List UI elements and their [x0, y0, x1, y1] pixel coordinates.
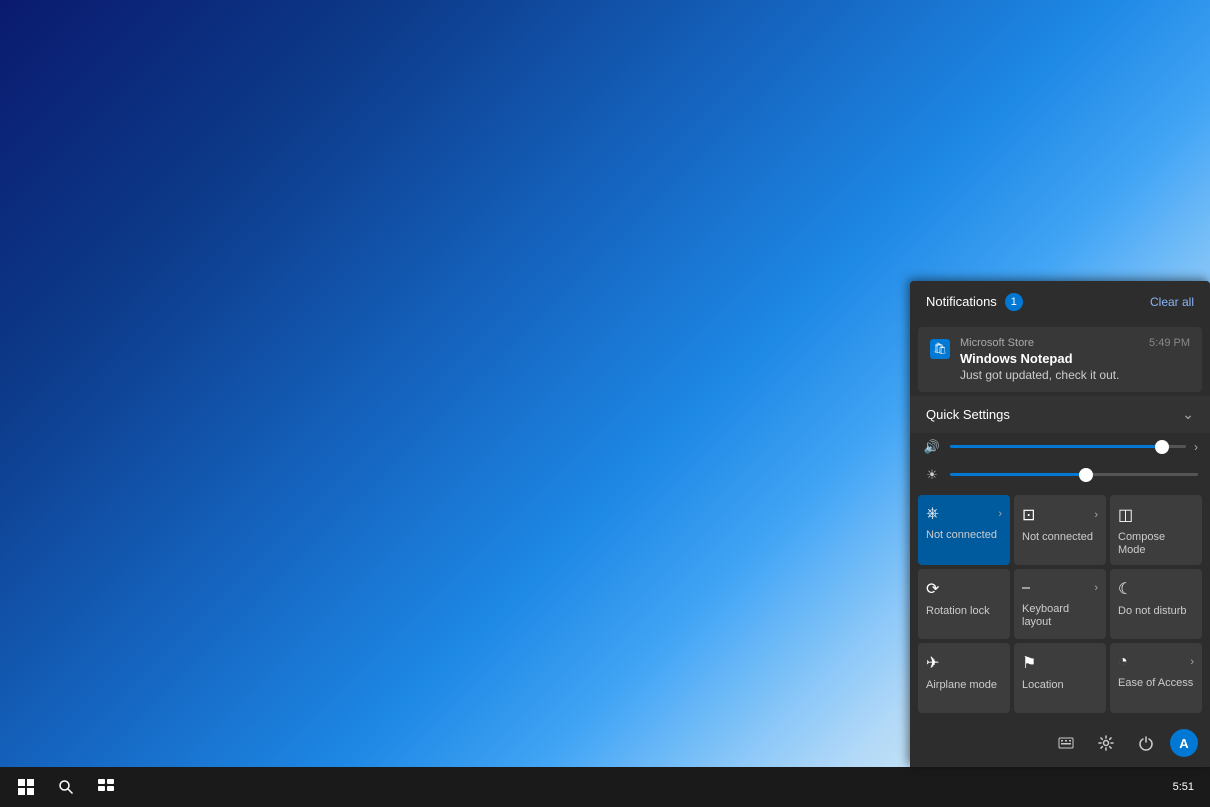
brightness-slider-row: ☀ [910, 461, 1210, 489]
search-button[interactable] [48, 769, 84, 805]
do-not-disturb-label: Do not disturb [1118, 605, 1186, 618]
keyboard-icon[interactable] [1050, 727, 1082, 759]
location-tile-icon-row: ⚑ [1022, 653, 1098, 673]
ease-tile-icon-row: ◔ › [1118, 653, 1194, 671]
vpn-arrow[interactable]: › [1094, 509, 1098, 521]
notif-body: Just got updated, check it out. [960, 368, 1190, 382]
taskbar: 5:51 [0, 767, 1210, 807]
compose-icon: ◫ [1118, 505, 1133, 525]
volume-fill [950, 445, 1162, 448]
start-button[interactable] [8, 769, 44, 805]
clear-all-button[interactable]: Clear all [1150, 295, 1194, 309]
volume-icon: 🔊 [922, 439, 942, 455]
compose-tile-icon-row: ◫ [1118, 505, 1194, 525]
ease-icon: ◔ [1118, 653, 1128, 671]
bluetooth-arrow[interactable]: › [998, 508, 1002, 520]
keyboard-tile-icon-row: ⎯ › [1022, 579, 1098, 597]
airplane-mode-label: Airplane mode [926, 679, 997, 692]
quick-action-tiles: ⎈ › Not connected ⊡ › Not connected ◫ Co… [910, 489, 1210, 719]
airplane-icon: ✈ [926, 653, 939, 673]
moon-icon: ☾ [1118, 579, 1132, 599]
notif-title-group: Notifications 1 [926, 293, 1023, 311]
notifications-header: Notifications 1 Clear all [910, 281, 1210, 323]
notif-app-row: Microsoft Store 5:49 PM [960, 337, 1190, 349]
taskbar-left [0, 769, 124, 805]
volume-thumb[interactable] [1155, 440, 1169, 454]
app-name: Microsoft Store [960, 337, 1034, 349]
do-not-disturb-tile[interactable]: ☾ Do not disturb [1110, 569, 1202, 639]
volume-arrow[interactable]: › [1194, 440, 1198, 454]
ac-bottom-toolbar: A [910, 719, 1210, 767]
location-label: Location [1022, 679, 1064, 692]
keyboard-arrow[interactable]: › [1094, 582, 1098, 594]
brightness-thumb[interactable] [1079, 468, 1093, 482]
keyboard-layout-label: Keyboard layout [1022, 603, 1098, 629]
location-icon: ⚑ [1022, 653, 1036, 673]
notification-card[interactable]: 🛍 Microsoft Store 5:49 PM Windows Notepa… [918, 327, 1202, 392]
rotation-lock-label: Rotation lock [926, 605, 990, 618]
quick-settings-header: Quick Settings ⌄ [910, 396, 1210, 433]
user-avatar[interactable]: A [1170, 729, 1198, 757]
notif-time: 5:49 PM [1149, 337, 1190, 349]
bluetooth-tile[interactable]: ⎈ › Not connected [918, 495, 1010, 565]
rotation-icon: ⟳ [926, 579, 939, 599]
volume-slider-row: 🔊 › [910, 433, 1210, 461]
notifications-label: Notifications [926, 294, 997, 309]
keyboard-layout-icon: ⎯ [1022, 579, 1030, 597]
ease-of-access-label: Ease of Access [1118, 677, 1193, 690]
ease-of-access-tile[interactable]: ◔ › Ease of Access [1110, 643, 1202, 713]
notification-content: Microsoft Store 5:49 PM Windows Notepad … [960, 337, 1190, 382]
quick-settings-title: Quick Settings [926, 407, 1010, 422]
vpn-icon: ⊡ [1022, 505, 1035, 525]
brightness-track[interactable] [950, 473, 1198, 476]
volume-track[interactable] [950, 445, 1186, 448]
vpn-tile[interactable]: ⊡ › Not connected [1014, 495, 1106, 565]
bluetooth-tile-icon-row: ⎈ › [926, 505, 1002, 523]
airplane-mode-tile[interactable]: ✈ Airplane mode [918, 643, 1010, 713]
notifications-count: 1 [1005, 293, 1023, 311]
settings-icon[interactable] [1090, 727, 1122, 759]
power-icon[interactable] [1130, 727, 1162, 759]
vpn-tile-icon-row: ⊡ › [1022, 505, 1098, 525]
keyboard-layout-tile[interactable]: ⎯ › Keyboard layout [1014, 569, 1106, 639]
location-tile[interactable]: ⚑ Location [1014, 643, 1106, 713]
ease-arrow[interactable]: › [1190, 656, 1194, 668]
taskbar-right: 5:51 [1165, 780, 1210, 794]
notif-title: Windows Notepad [960, 351, 1190, 366]
task-view-button[interactable] [88, 769, 124, 805]
rotation-lock-tile[interactable]: ⟳ Rotation lock [918, 569, 1010, 639]
collapse-icon[interactable]: ⌄ [1182, 406, 1194, 423]
vpn-label: Not connected [1022, 531, 1093, 544]
compose-mode-label: Compose Mode [1118, 531, 1194, 557]
bluetooth-icon: ⎈ [926, 505, 939, 523]
app-icon: 🛍 [930, 339, 950, 359]
clock-time: 5:51 [1173, 780, 1194, 794]
brightness-icon: ☀ [922, 467, 942, 483]
desktop: Notifications 1 Clear all 🛍 Microsoft St… [0, 0, 1210, 807]
dnd-tile-icon-row: ☾ [1118, 579, 1194, 599]
action-center: Notifications 1 Clear all 🛍 Microsoft St… [910, 281, 1210, 767]
compose-mode-tile[interactable]: ◫ Compose Mode [1110, 495, 1202, 565]
system-clock: 5:51 [1165, 780, 1202, 794]
bluetooth-label: Not connected [926, 529, 997, 542]
brightness-fill [950, 473, 1086, 476]
airplane-tile-icon-row: ✈ [926, 653, 1002, 673]
rotation-tile-icon-row: ⟳ [926, 579, 1002, 599]
